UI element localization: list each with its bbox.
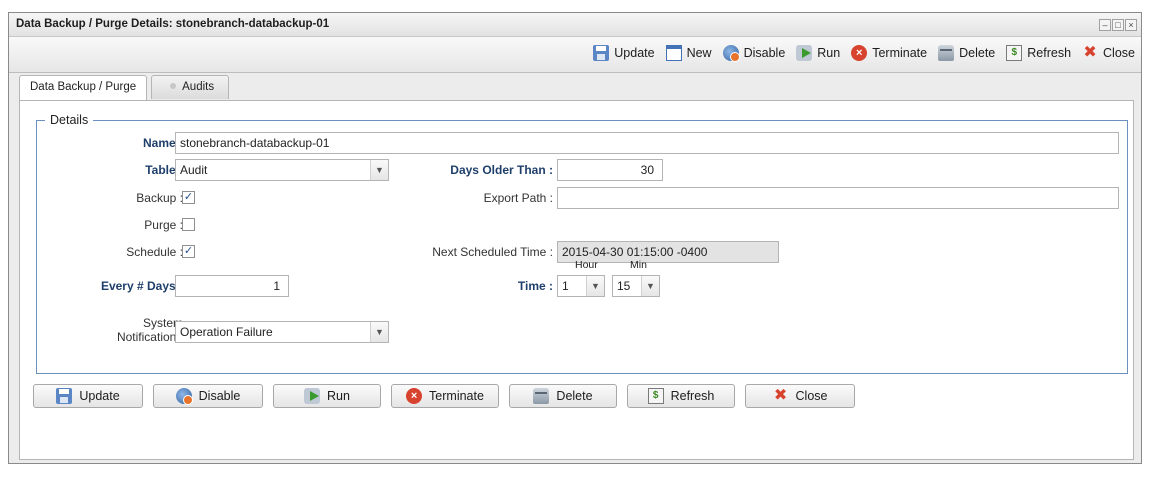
schedule-checkbox[interactable]: ✓: [182, 245, 195, 258]
system-notification-label: System Notification :: [117, 316, 183, 344]
system-notification-select[interactable]: Operation Failure ▼: [175, 321, 389, 343]
status-dot-icon: [170, 83, 177, 89]
tab-audits-label: Audits: [182, 81, 215, 93]
details-fieldset: Details Name : stonebranch-databackup-01…: [36, 113, 1128, 374]
toolbar-close-button[interactable]: ✖ Close: [1082, 45, 1135, 61]
delete-button[interactable]: Delete: [509, 384, 617, 408]
purge-label: Purge :: [144, 218, 183, 232]
close-button-label: Close: [795, 389, 828, 403]
toolbar-terminate-label: Terminate: [872, 46, 928, 60]
tab-audits[interactable]: Audits: [151, 75, 230, 99]
window-close-icon[interactable]: ×: [1125, 19, 1137, 31]
export-path-input[interactable]: [557, 187, 1119, 209]
time-label: Time :: [517, 279, 553, 293]
export-path-label: Export Path :: [483, 191, 553, 205]
toolbar-close-label: Close: [1103, 46, 1135, 60]
every-days-input[interactable]: 1: [175, 275, 289, 297]
close-icon: ✖: [773, 387, 788, 404]
min-select[interactable]: 15 ▼: [612, 275, 660, 297]
disable-icon: [175, 388, 193, 405]
toolbar: Update New Disable Run × Terminate Delet…: [9, 37, 1141, 73]
table-select[interactable]: Audit ▼: [175, 159, 389, 181]
toolbar-update-label: Update: [614, 46, 655, 60]
terminate-button[interactable]: × Terminate: [391, 384, 499, 408]
details-legend: Details: [45, 113, 94, 127]
update-button[interactable]: Update: [33, 384, 143, 408]
name-input[interactable]: stonebranch-databackup-01: [175, 132, 1119, 154]
refresh-button[interactable]: $ Refresh: [627, 384, 735, 408]
system-notification-value: Operation Failure: [180, 325, 273, 339]
toolbar-refresh-label: Refresh: [1027, 46, 1072, 60]
toolbar-delete-label: Delete: [959, 46, 996, 60]
update-button-label: Update: [79, 389, 120, 403]
system-notification-label-line1: System: [142, 316, 183, 330]
close-button[interactable]: ✖ Close: [745, 384, 855, 408]
purge-checkbox[interactable]: [182, 218, 195, 231]
disable-button[interactable]: Disable: [153, 384, 263, 408]
toolbar-new-button[interactable]: New: [665, 45, 712, 61]
disable-button-label: Disable: [198, 389, 241, 403]
backup-label: Backup :: [136, 191, 183, 205]
terminate-button-label: Terminate: [429, 389, 484, 403]
run-button-label: Run: [327, 389, 350, 403]
hour-label: Hour: [575, 259, 598, 271]
tab-data-backup-purge[interactable]: Data Backup / Purge: [19, 75, 148, 101]
tab-strip: Data Backup / Purge Audits: [19, 75, 230, 101]
run-icon: [304, 388, 321, 404]
run-icon: [796, 45, 813, 61]
run-button[interactable]: Run: [273, 384, 381, 408]
chevron-down-icon: ▼: [641, 276, 659, 296]
toolbar-new-label: New: [686, 46, 712, 60]
title-bar: Data Backup / Purge Details: stonebranch…: [9, 13, 1141, 37]
bottom-button-row: Update Disable Run × Terminate Delete $ …: [33, 384, 855, 408]
disable-icon: [722, 45, 740, 62]
days-older-than-label: Days Older Than :: [450, 163, 553, 177]
min-select-value: 15: [617, 279, 631, 293]
maximize-icon[interactable]: □: [1112, 19, 1124, 31]
save-icon: [56, 388, 73, 404]
toolbar-disable-label: Disable: [743, 46, 786, 60]
delete-button-label: Delete: [556, 389, 593, 403]
chevron-down-icon: ▼: [370, 160, 388, 180]
days-older-than-input[interactable]: 30: [557, 159, 663, 181]
toolbar-run-button[interactable]: Run: [796, 45, 840, 61]
min-label: Min: [630, 259, 647, 271]
hour-select-value: 1: [562, 279, 569, 293]
toolbar-delete-button[interactable]: Delete: [938, 45, 995, 61]
chevron-down-icon: ▼: [370, 322, 388, 342]
toolbar-refresh-button[interactable]: $ Refresh: [1006, 45, 1071, 61]
close-icon: ✖: [1083, 44, 1097, 61]
toolbar-terminate-button[interactable]: × Terminate: [851, 45, 927, 61]
toolbar-update-button[interactable]: Update: [593, 45, 655, 61]
chevron-down-icon: ▼: [586, 276, 604, 296]
system-notification-label-line2: Notification :: [116, 330, 183, 344]
save-icon: [593, 45, 610, 61]
window-title: Data Backup / Purge Details: stonebranch…: [16, 18, 330, 30]
toolbar-run-label: Run: [817, 46, 841, 60]
window-controls: – □ ×: [1099, 19, 1137, 31]
minimize-icon[interactable]: –: [1099, 19, 1111, 31]
every-days-label: Every # Days :: [100, 279, 183, 293]
next-scheduled-time-label: Next Scheduled Time :: [432, 245, 553, 259]
backup-checkbox[interactable]: ✓: [182, 191, 195, 204]
refresh-icon: $: [1006, 45, 1023, 61]
terminate-icon: ×: [851, 45, 868, 61]
hour-select[interactable]: 1 ▼: [557, 275, 605, 297]
details-window: Data Backup / Purge Details: stonebranch…: [8, 12, 1142, 464]
schedule-label: Schedule :: [126, 245, 183, 259]
table-select-value: Audit: [180, 163, 208, 177]
delete-icon: [938, 45, 955, 61]
refresh-icon: $: [647, 388, 664, 404]
new-window-icon: [665, 45, 682, 61]
refresh-button-label: Refresh: [670, 389, 715, 403]
toolbar-disable-button[interactable]: Disable: [722, 45, 786, 62]
terminate-icon: ×: [406, 388, 423, 404]
delete-icon: [533, 388, 550, 404]
